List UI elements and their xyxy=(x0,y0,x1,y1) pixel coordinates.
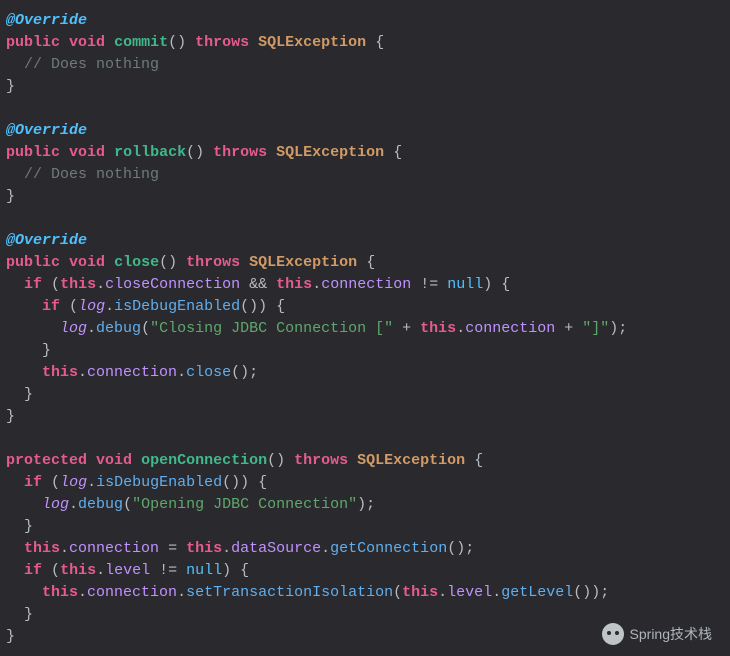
annotation-override: @Override xyxy=(6,122,87,139)
keyword: throws xyxy=(195,34,249,51)
annotation-override: @Override xyxy=(6,12,87,29)
call: isDebugEnabled xyxy=(114,298,240,315)
method-def-close: close xyxy=(114,254,159,271)
keyword: void xyxy=(69,34,105,51)
var-log: log xyxy=(78,298,105,315)
method-def-commit: commit xyxy=(114,34,168,51)
keyword: public xyxy=(6,34,60,51)
comment: // Does nothing xyxy=(24,166,159,183)
code-editor: @Override public void commit() throws SQ… xyxy=(0,0,730,656)
method-def-rollback: rollback xyxy=(114,144,186,161)
comment: // Does nothing xyxy=(24,56,159,73)
method-def-openconnection: openConnection xyxy=(141,452,267,469)
string-literal: "Opening JDBC Connection" xyxy=(132,496,357,513)
annotation-override: @Override xyxy=(6,232,87,249)
field: closeConnection xyxy=(105,276,240,293)
watermark-label: Spring技术栈 xyxy=(630,623,712,645)
watermark-badge: Spring技术栈 xyxy=(596,620,718,648)
string-literal: "Closing JDBC Connection [" xyxy=(150,320,393,337)
type: SQLException xyxy=(258,34,366,51)
wechat-icon xyxy=(602,623,624,645)
